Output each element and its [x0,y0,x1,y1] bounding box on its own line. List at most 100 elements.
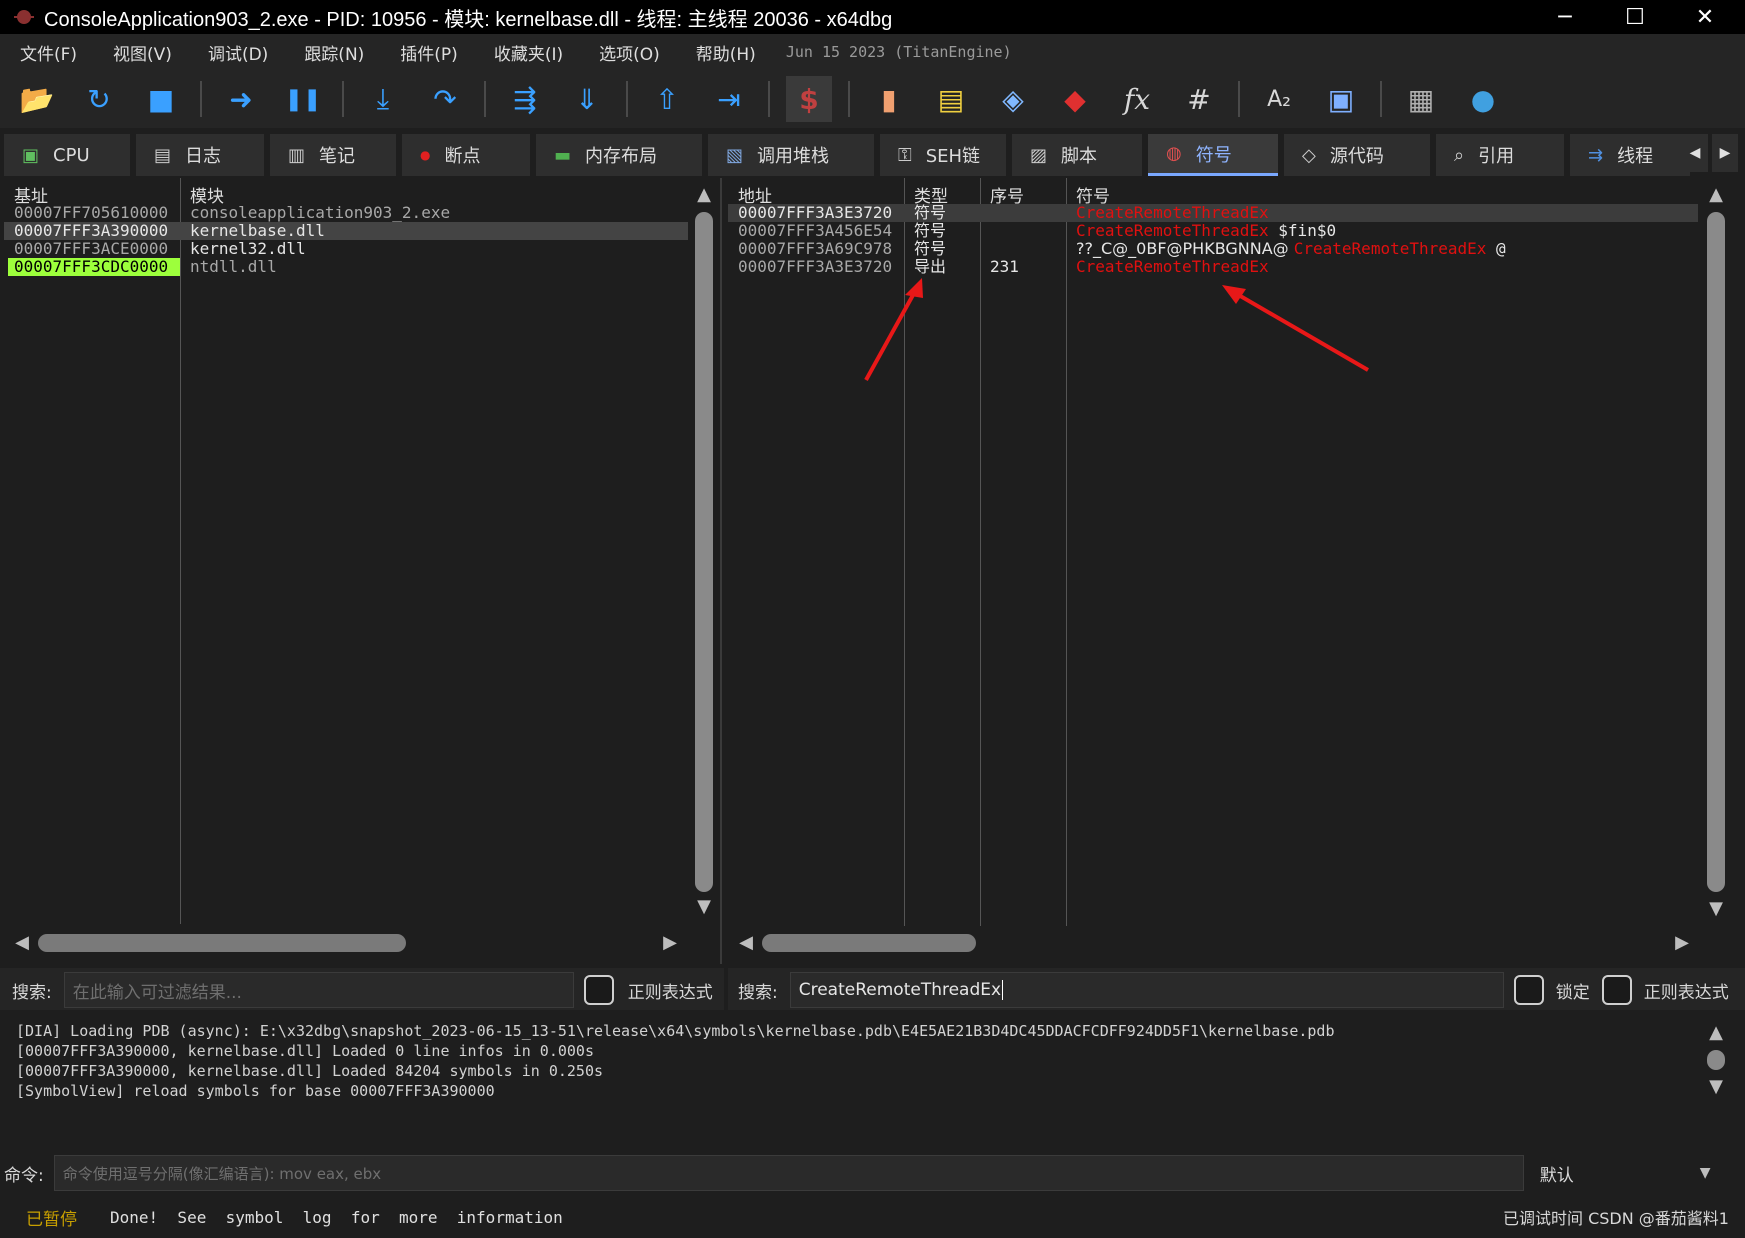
font-size-icon[interactable]: A₂ [1256,76,1302,122]
run-icon[interactable]: ➜ [218,76,264,122]
tab-notes[interactable]: ▥ 笔记 [270,134,396,176]
scroll-right-arrow[interactable]: ▶ [1672,932,1692,953]
menu-trace[interactable]: 跟踪(N) [304,40,364,65]
functions-icon[interactable]: fx [1114,76,1160,122]
scroll-up-arrow[interactable]: ▲ [1706,1022,1726,1043]
threads-icon: ⇉ [1588,144,1604,166]
column-divider[interactable] [180,178,181,924]
toolbar-separator [1380,81,1382,117]
scroll-up-arrow[interactable]: ▲ [694,184,714,205]
maximize-button[interactable]: ☐ [1600,0,1670,34]
status-right: 已调试时间 CSDN @番茄酱料1 [1503,1209,1729,1228]
menu-favourites[interactable]: 收藏夹(I) [494,40,563,65]
title-bar: ConsoleApplication903_2.exe - PID: 10956… [0,0,1745,34]
seh-icon: ⚿ [898,144,912,166]
minimize-button[interactable]: ─ [1530,0,1600,34]
toolbar-separator [484,81,486,117]
tab-scroll-right-button[interactable]: ▶ [1712,134,1738,172]
scylla-icon[interactable]: $ [786,76,832,122]
horizontal-scrollbar[interactable] [38,934,406,952]
tab-label: 断点 [444,146,481,167]
scroll-down-arrow[interactable]: ▼ [1706,898,1726,919]
trace-over-icon[interactable]: ⇓ [564,76,610,122]
module-row[interactable]: 00007FF705610000 consoleapplication903_2… [4,204,688,222]
open-folder-icon[interactable]: 📂 [14,76,60,122]
tab-threads[interactable]: ⇉ 线程 [1570,134,1690,176]
stop-icon[interactable]: ■ [138,76,184,122]
menu-options[interactable]: 选项(O) [599,40,660,65]
run-to-user-code-icon[interactable]: ⇥ [706,76,752,122]
module-row-selected[interactable]: 00007FFF3A390000 kernelbase.dll [4,222,688,240]
annotation-arrow-type [864,285,920,381]
chevron-down-icon[interactable]: ▼ [1700,1165,1711,1181]
globe-icon[interactable]: ● [1460,76,1506,122]
modules-search-bar: 搜索: 在此输入可过滤结果... 正则表达式 [0,968,724,1012]
tab-label: SEH链 [925,146,981,167]
regex-label: 正则表达式 [1643,982,1729,1003]
log-vertical-scrollbar[interactable] [1707,1050,1725,1070]
symbols-icon: ◍ [1166,143,1182,164]
device-icon[interactable]: ▣ [1318,76,1364,122]
menu-view[interactable]: 视图(V) [113,40,172,65]
restart-icon[interactable]: ↻ [76,76,122,122]
menu-help[interactable]: 帮助(H) [696,40,756,65]
tab-label: 线程 [1617,146,1654,167]
tab-script[interactable]: ▨ 脚本 [1012,134,1142,176]
module-row[interactable]: 00007FFF3ACE0000 kernel32.dll [4,240,688,258]
labels-icon[interactable]: ◈ [990,76,1036,122]
trace-into-icon[interactable]: ⇶ [502,76,548,122]
vertical-scrollbar[interactable] [1707,212,1725,892]
toolbar-separator [342,81,344,117]
menu-plugins[interactable]: 插件(P) [400,40,458,65]
regex-checkbox[interactable] [583,975,614,1005]
command-label: 命令: [4,1165,44,1186]
tab-symbols[interactable]: ◍ 符号 [1148,134,1278,176]
scroll-down-arrow[interactable]: ▼ [694,896,714,917]
lock-label: 锁定 [1555,982,1590,1003]
scroll-down-arrow[interactable]: ▼ [1706,1076,1726,1097]
hash-icon[interactable]: # [1176,76,1222,122]
menu-bar: 文件(F) 视图(V) 调试(D) 跟踪(N) 插件(P) 收藏夹(I) 选项(… [0,34,1745,70]
tab-seh[interactable]: ⚿ SEH链 [880,134,1006,176]
scroll-left-arrow[interactable]: ◀ [736,932,756,953]
calculator-icon[interactable]: ▦ [1398,76,1444,122]
step-over-icon[interactable]: ↷ [422,76,468,122]
command-mode-select[interactable]: 默认 [1540,1161,1700,1186]
tab-label: CPU [53,144,90,166]
lock-checkbox[interactable] [1513,975,1544,1005]
menu-file[interactable]: 文件(F) [20,40,77,65]
tab-bar: ▣ CPU ▤ 日志 ▥ 笔记 ● 断点 ▬ 内存布局 ▧ 调用堆栈 ⚿ SEH链 ▨ 脚本 ◍… [0,130,1745,176]
toolbar-separator [200,81,202,117]
tab-call-stack[interactable]: ▧ 调用堆栈 [708,134,874,176]
tab-cpu[interactable]: ▣ CPU [4,134,130,176]
symbols-search-input[interactable]: CreateRemoteThreadEx [789,972,1504,1008]
comments-icon[interactable]: ▤ [928,76,974,122]
tab-references[interactable]: ⌕ 引用 [1436,134,1564,176]
close-button[interactable]: ✕ [1670,0,1740,34]
tab-breakpoints[interactable]: ● 断点 [402,134,530,176]
regex-label: 正则表达式 [627,982,713,1003]
regex-checkbox[interactable] [1601,975,1632,1005]
bookmarks-icon[interactable]: ◆ [1052,76,1098,122]
tab-source[interactable]: ◇ 源代码 [1284,134,1430,176]
vertical-scrollbar[interactable] [695,212,713,892]
scroll-right-arrow[interactable]: ▶ [660,932,680,953]
execute-till-return-icon[interactable]: ⇧ [644,76,690,122]
modules-search-input[interactable]: 在此输入可过滤结果... [63,972,574,1008]
command-input[interactable]: 命令使用逗号分隔(像汇编语言): mov eax, ebx [53,1155,1524,1191]
scroll-up-arrow[interactable]: ▲ [1706,184,1726,205]
patch-icon[interactable]: ▮ [866,76,912,122]
scroll-left-arrow[interactable]: ◀ [12,932,32,953]
tab-scroll-left-button[interactable]: ◀ [1682,134,1708,172]
version-label: Jun 15 2023 (TitanEngine) [785,43,1012,61]
log-line: [00007FFF3A390000, kernelbase.dll] Loade… [16,1042,594,1060]
step-into-icon[interactable]: ⤓ [360,76,406,122]
module-base: 00007FFF3A390000 [14,221,169,240]
horizontal-scrollbar[interactable] [762,934,976,952]
tab-memory-map[interactable]: ▬ 内存布局 [536,134,702,176]
menu-debug[interactable]: 调试(D) [208,40,268,65]
module-row[interactable]: 00007FFF3CDC0000 ntdll.dll [4,258,688,276]
pause-icon[interactable]: ❚❚ [280,76,326,122]
command-bar: 命令: 命令使用逗号分隔(像汇编语言): mov eax, ebx 默认 ▼ [0,1150,1745,1196]
tab-log[interactable]: ▤ 日志 [136,134,264,176]
